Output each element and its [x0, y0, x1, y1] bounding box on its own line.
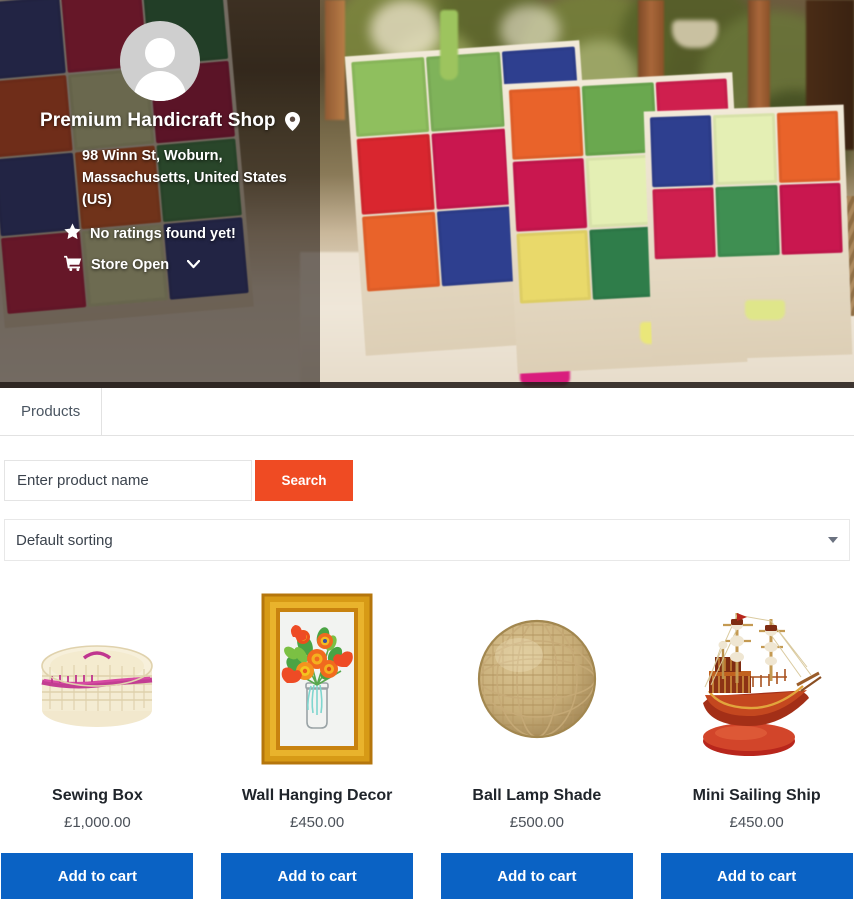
- star-icon: [64, 223, 81, 244]
- product-card: Mini Sailing Ship £450.00 Add to cart: [660, 583, 853, 899]
- rattan-ball-lamp-image[interactable]: [440, 583, 634, 775]
- store-info-panel: Premium Handicraft Shop 98 Winn St, Wobu…: [0, 0, 320, 388]
- search-button[interactable]: Search: [255, 460, 353, 501]
- product-grid: Sewing Box £1,000.00 Add to cart Wall Ha…: [0, 583, 854, 899]
- model-sailing-ship-image[interactable]: [660, 583, 853, 775]
- add-to-cart-button[interactable]: Add to cart: [440, 853, 633, 899]
- product-name: Mini Sailing Ship: [692, 787, 821, 804]
- sorting-selected-label: Default sorting: [16, 531, 113, 549]
- product-name: Sewing Box: [52, 787, 143, 804]
- product-price: £450.00: [290, 814, 345, 831]
- chevron-down-icon[interactable]: [187, 257, 201, 273]
- add-to-cart-button[interactable]: Add to cart: [660, 853, 853, 899]
- product-card: Sewing Box £1,000.00 Add to cart: [1, 583, 194, 899]
- user-avatar-icon: [120, 21, 200, 101]
- product-name: Ball Lamp Shade: [472, 787, 602, 804]
- add-to-cart-button[interactable]: Add to cart: [221, 853, 414, 899]
- product-name: Wall Hanging Decor: [241, 787, 393, 804]
- store-status-label: Store Open: [91, 257, 170, 273]
- add-to-cart-button[interactable]: Add to cart: [1, 853, 194, 899]
- shopping-cart-icon: [64, 255, 82, 275]
- store-name: Premium Handicraft Shop: [40, 110, 276, 131]
- store-status[interactable]: Store Open: [64, 255, 306, 275]
- search-input[interactable]: [4, 460, 252, 501]
- tab-bar: Products: [0, 388, 854, 436]
- chevron-down-icon[interactable]: [828, 537, 838, 543]
- store-rating-label: No ratings found yet!: [90, 225, 236, 242]
- product-price: £450.00: [729, 814, 784, 831]
- product-price: £500.00: [509, 814, 564, 831]
- product-card: Ball Lamp Shade £500.00 Add to cart: [440, 583, 634, 899]
- tab-products-label: Products: [21, 403, 81, 420]
- map-pin-icon[interactable]: [284, 111, 300, 131]
- product-search-row: Search: [0, 460, 854, 501]
- tab-products[interactable]: Products: [0, 388, 103, 435]
- store-rating: No ratings found yet!: [64, 223, 306, 244]
- woven-sewing-box-image[interactable]: [1, 583, 194, 775]
- store-title-row: Premium Handicraft Shop: [40, 110, 306, 132]
- framed-flower-art-image[interactable]: [220, 583, 414, 775]
- product-price: £1,000.00: [64, 814, 131, 831]
- sorting-select[interactable]: Default sorting: [4, 519, 850, 561]
- store-address: 98 Winn St, Woburn, Massachusetts, Unite…: [82, 148, 287, 208]
- store-page: Premium Handicraft Shop 98 Winn St, Wobu…: [0, 0, 854, 911]
- store-banner: Premium Handicraft Shop 98 Winn St, Wobu…: [0, 0, 854, 388]
- product-card: Wall Hanging Decor £450.00 Add to cart: [220, 583, 414, 899]
